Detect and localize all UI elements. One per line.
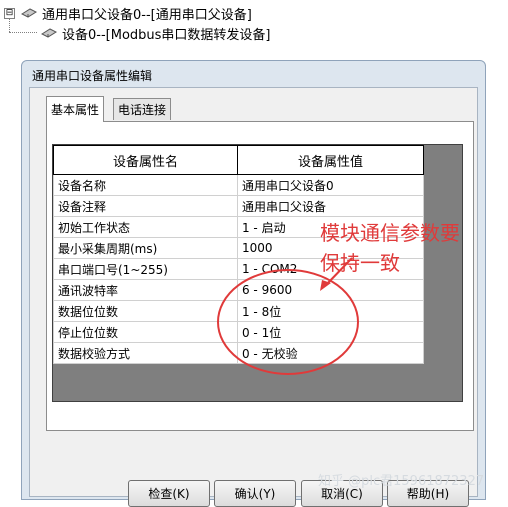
table-row[interactable]: 数据位位数 1 - 8位: [53, 300, 425, 322]
confirm-button[interactable]: 确认(Y): [214, 480, 296, 507]
tree-node-label: 设备0--[Modbus串口数据转发设备]: [62, 27, 271, 43]
property-name-cell: 设备注释: [53, 195, 238, 217]
column-header-property-value: 设备属性值: [236, 145, 425, 175]
tab-phone-connection[interactable]: 电话连接: [113, 98, 172, 120]
collapse-icon[interactable]: ⊟: [4, 7, 15, 19]
property-grid: 设备属性名 设备属性值 设备名称 通用串口父设备0 设备注释 通用串口父设备 初…: [52, 144, 463, 402]
table-header-row: 设备属性名 设备属性值: [53, 145, 425, 175]
dialog-body: 基本属性 电话连接 设备属性名 设备属性值 设备名称 通用串口父设备0 设备注释…: [29, 87, 478, 507]
annotation-text: 模块通信参数要: [320, 221, 460, 245]
property-value-cell[interactable]: 6 - 9600: [236, 279, 425, 301]
tree-node-label: 通用串口父设备0--[通用串口父设备]: [42, 7, 252, 23]
tree-node-child-device[interactable]: 设备0--[Modbus串口数据转发设备]: [40, 24, 271, 43]
device-properties-dialog: 通用串口设备属性编辑 基本属性 电话连接 设备属性名 设备属性值 设备名称 通用…: [21, 60, 486, 507]
table-row[interactable]: 停止位位数 0 - 1位: [53, 321, 425, 343]
property-name-cell: 串口端口号(1~255): [53, 258, 238, 280]
watermark: 知乎 @plc君15961872327: [318, 474, 485, 489]
property-name-cell: 最小采集周期(ms): [53, 237, 238, 259]
dialog-title: 通用串口设备属性编辑: [32, 69, 153, 83]
property-name-cell: 数据校验方式: [53, 342, 238, 364]
tab-basic-properties[interactable]: 基本属性: [46, 96, 105, 122]
property-name-cell: 数据位位数: [53, 300, 238, 322]
property-value-cell[interactable]: 通用串口父设备0: [236, 174, 425, 196]
tree-node-parent-device[interactable]: ⊟ 通用串口父设备0--[通用串口父设备]: [4, 4, 252, 23]
table-row[interactable]: 数据校验方式 0 - 无校验: [53, 342, 425, 364]
check-button[interactable]: 检查(K): [128, 480, 210, 507]
annotation-text: 保持一致: [320, 251, 400, 275]
device-icon: [40, 28, 58, 38]
property-name-cell: 设备名称: [53, 174, 238, 196]
property-name-cell: 停止位位数: [53, 321, 238, 343]
column-header-property-name: 设备属性名: [53, 145, 238, 175]
property-value-cell[interactable]: 0 - 无校验: [236, 342, 425, 364]
property-value-cell[interactable]: 0 - 1位: [236, 321, 425, 343]
table-row[interactable]: 通讯波特率 6 - 9600: [53, 279, 425, 301]
property-value-cell[interactable]: 通用串口父设备: [236, 195, 425, 217]
tree-connector: [9, 32, 37, 33]
device-icon: [20, 8, 38, 18]
property-name-cell: 初始工作状态: [53, 216, 238, 238]
table-row[interactable]: 设备注释 通用串口父设备: [53, 195, 425, 217]
device-tree: ⊟ 通用串口父设备0--[通用串口父设备] 设备0--[Modbus串口数据转发…: [0, 0, 508, 50]
property-name-cell: 通讯波特率: [53, 279, 238, 301]
table-row[interactable]: 设备名称 通用串口父设备0: [53, 174, 425, 196]
property-value-cell[interactable]: 1 - 8位: [236, 300, 425, 322]
